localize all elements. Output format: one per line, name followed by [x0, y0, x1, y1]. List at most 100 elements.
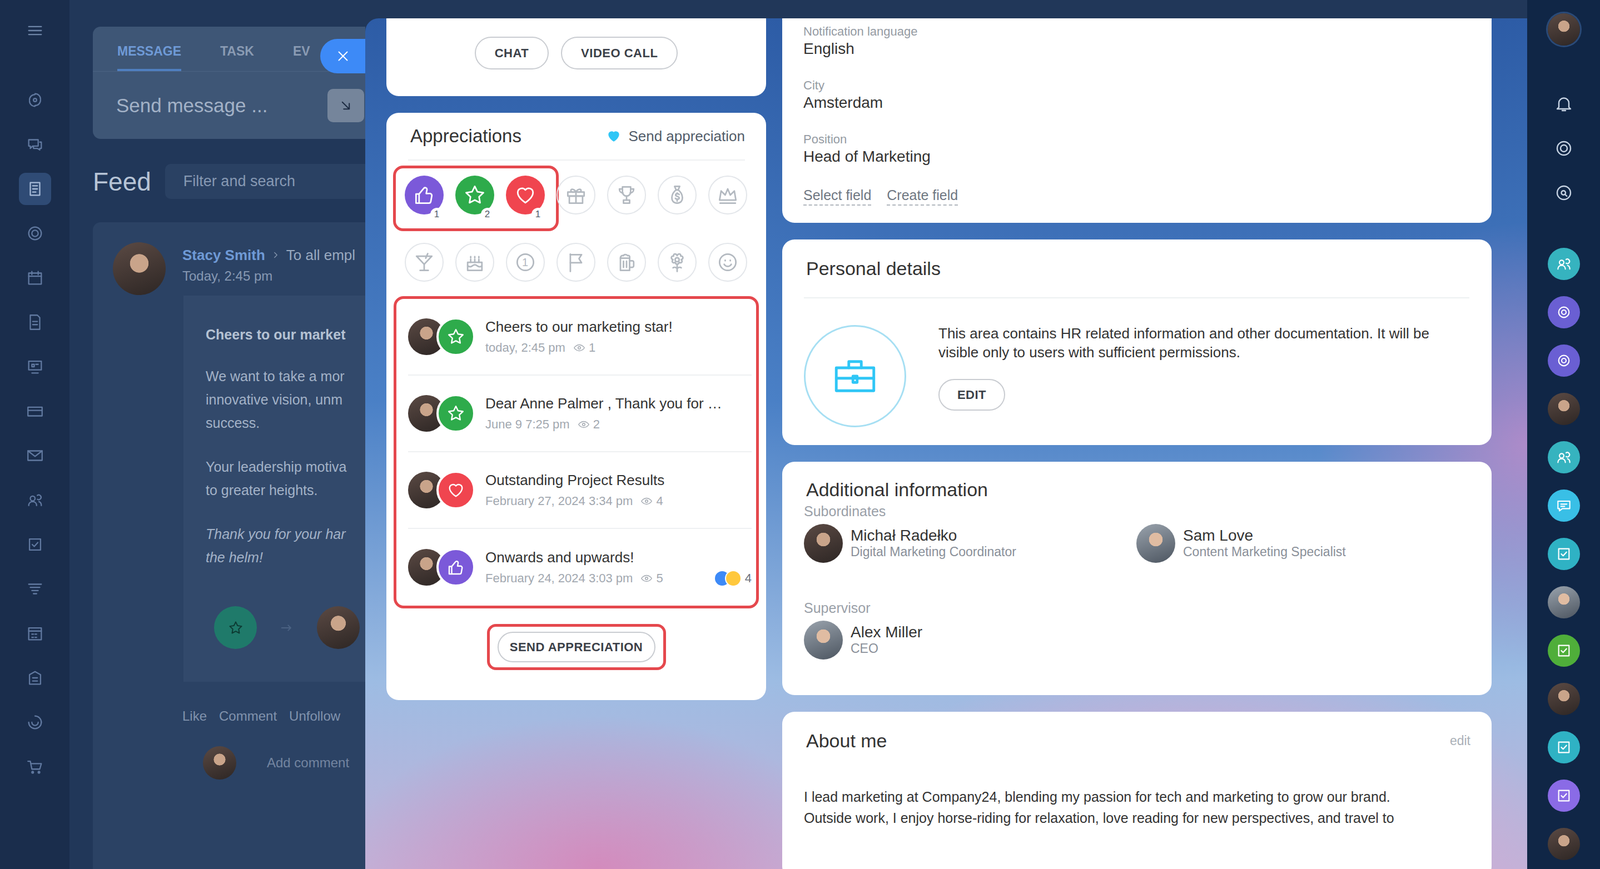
appreciation-meta: June 9 7:25 pm2: [485, 416, 752, 434]
chat-item[interactable]: [1547, 393, 1580, 426]
additional-info-card: Additional informationSubordinatesMichał…: [782, 461, 1492, 696]
person[interactable]: Alex MillerCEO: [803, 620, 1137, 660]
author-avatar[interactable]: [112, 242, 166, 296]
nav-item[interactable]: [18, 350, 52, 384]
appreciation-badge[interactable]: 1: [505, 242, 545, 282]
person[interactable]: Michał RadełkoDigital Marketing Coordina…: [803, 524, 1137, 564]
comment-input[interactable]: Add comment: [266, 755, 350, 772]
appreciation-badge[interactable]: [708, 175, 748, 215]
nav-item[interactable]: [18, 217, 52, 250]
copilot-button[interactable]: [1548, 133, 1579, 164]
appreciation-badge[interactable]: [607, 242, 647, 282]
appreciation-badge[interactable]: [657, 242, 697, 282]
user-avatar[interactable]: [1547, 13, 1580, 46]
message-input[interactable]: Send message ...: [116, 94, 328, 117]
chat-item[interactable]: [1547, 489, 1580, 523]
view-count: 1: [588, 339, 596, 357]
send-appreciation-label: Send appreciation: [628, 127, 745, 146]
chat-item[interactable]: [1547, 296, 1580, 329]
expand-button[interactable]: [327, 88, 365, 123]
building-icon: [25, 668, 45, 688]
nav-item[interactable]: [18, 395, 52, 428]
nav-item[interactable]: [18, 573, 52, 606]
post-action[interactable]: Like: [182, 708, 207, 725]
nav-item[interactable]: [18, 662, 52, 695]
chat-item[interactable]: [1547, 441, 1580, 474]
eye-icon: [640, 572, 653, 585]
nav-item[interactable]: [18, 484, 52, 517]
star-icon: [445, 326, 466, 347]
appreciation-badge[interactable]: [556, 175, 596, 215]
nav-item[interactable]: [18, 617, 52, 650]
chat-item[interactable]: [1547, 586, 1580, 619]
composer-tab[interactable]: TASK: [220, 26, 255, 72]
notifications-button[interactable]: [1548, 88, 1579, 119]
appreciation-badge[interactable]: [455, 242, 495, 282]
nav-item[interactable]: [18, 528, 52, 561]
field-link[interactable]: Create field: [886, 186, 958, 206]
send-appreciation-link[interactable]: Send appreciation: [605, 127, 745, 146]
close-button[interactable]: [320, 38, 366, 74]
feed-title: Feed: [92, 166, 152, 197]
nav-item[interactable]: [18, 751, 52, 784]
profile-action-button[interactable]: VIDEO CALL: [560, 36, 678, 70]
nav-item[interactable]: [18, 83, 52, 117]
post-action[interactable]: Unfollow: [289, 708, 341, 725]
post-paragraph: We want to take a morinnovative vision, …: [205, 364, 366, 435]
appreciation-badge[interactable]: [657, 175, 697, 215]
profile-action-button[interactable]: CHAT: [474, 36, 549, 70]
appreciations-card: AppreciationsSend appreciation1211Cheers…: [386, 112, 767, 701]
field-label: City: [803, 78, 1471, 93]
appreciation-badge[interactable]: [708, 242, 748, 282]
appreciation-item[interactable]: Dear Anne Palmer , Thank you for …June 9…: [408, 375, 752, 453]
nav-item[interactable]: [18, 306, 52, 339]
appreciation-badge[interactable]: 1: [404, 175, 444, 215]
chat-item[interactable]: [1547, 247, 1580, 281]
chat-item[interactable]: [1547, 828, 1580, 861]
composer-tab[interactable]: EV: [292, 26, 311, 72]
nav-item[interactable]: [18, 128, 52, 161]
eye-icon: [573, 341, 586, 355]
composer-tab[interactable]: MESSAGE: [117, 26, 182, 72]
appreciation-item[interactable]: Outstanding Project ResultsFebruary 27, …: [408, 452, 752, 530]
appreciation-badge[interactable]: [607, 175, 647, 215]
menu-button[interactable]: [18, 14, 52, 47]
nav-item[interactable]: [18, 706, 52, 739]
send-appreciation-button[interactable]: SEND APPRECIATION: [497, 632, 656, 663]
appreciation-item[interactable]: Onwards and upwards!February 24, 2024 3:…: [408, 529, 752, 606]
nav-item[interactable]: [18, 261, 52, 295]
chat-item[interactable]: [1547, 779, 1580, 813]
chat-item[interactable]: [1547, 634, 1580, 668]
reactions[interactable]: 4: [713, 570, 752, 588]
post-audience: To all empl: [286, 246, 356, 265]
search-chat-button[interactable]: [1548, 177, 1579, 208]
appreciation-badge[interactable]: [404, 242, 444, 282]
field-value[interactable]: Amsterdam: [803, 92, 1471, 113]
appreciation-badge[interactable]: 2: [455, 175, 495, 215]
chat-item[interactable]: [1547, 538, 1580, 571]
field-link[interactable]: Select field: [803, 186, 872, 206]
edit-button[interactable]: EDIT: [938, 379, 1006, 411]
about-edit-link[interactable]: edit: [1449, 733, 1471, 749]
search-field[interactable]: Filter and search: [165, 164, 366, 200]
post-action[interactable]: Comment: [219, 708, 277, 725]
appreciation-badge[interactable]: 1: [505, 175, 545, 215]
chat-item[interactable]: [1547, 344, 1580, 377]
appreciation-item[interactable]: Cheers to our marketing star!today, 2:45…: [408, 299, 752, 376]
appreciation-badge[interactable]: [556, 242, 596, 282]
badge-count: 1: [430, 207, 444, 222]
chat-item[interactable]: [1547, 683, 1580, 716]
person[interactable]: Sam LoveContent Marketing Specialist: [1136, 524, 1471, 564]
author-name[interactable]: Stacy Smith: [182, 246, 266, 265]
item-badge: [436, 317, 476, 357]
badge-cell: 2: [449, 175, 500, 215]
arrow-down-right-icon: [337, 97, 355, 114]
nav-item[interactable]: [18, 439, 52, 472]
personal-details-content: This area contains HR related informatio…: [938, 324, 1470, 411]
nav-item[interactable]: [18, 172, 52, 206]
appreciation-meta: today, 2:45 pm1: [485, 339, 752, 357]
field-value[interactable]: English: [803, 38, 1471, 59]
fields-card: Notification languageEnglishCityAmsterda…: [782, 18, 1492, 223]
chat-item[interactable]: [1547, 731, 1580, 764]
field-value[interactable]: Head of Marketing: [803, 146, 1471, 167]
